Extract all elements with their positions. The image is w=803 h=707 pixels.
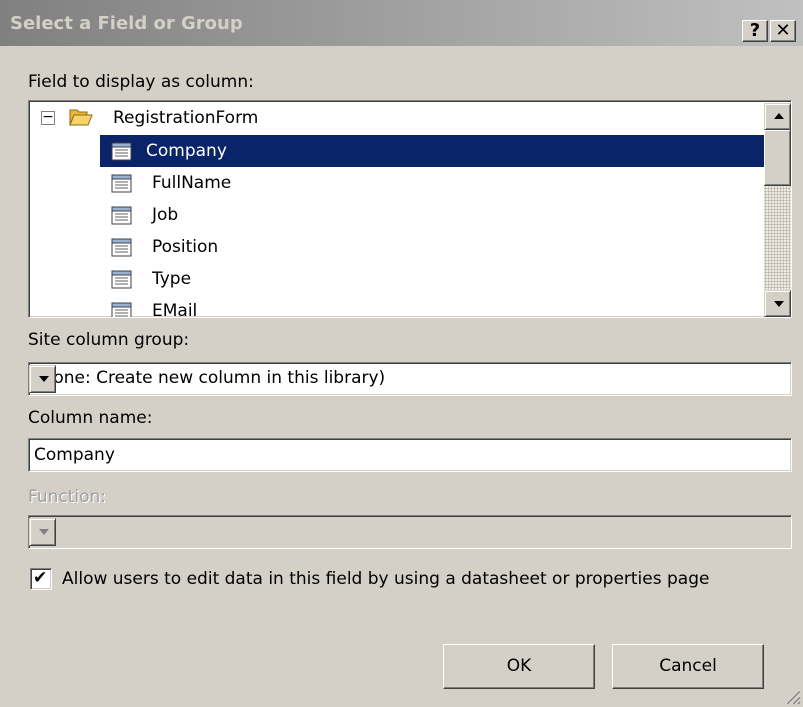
site-column-group-value: (None: Create new column in this library…	[34, 368, 386, 388]
close-button[interactable]: ✕	[770, 20, 796, 42]
title-bar[interactable]: Select a Field or Group ? ✕	[0, 0, 803, 46]
ok-button[interactable]: OK	[443, 644, 595, 689]
column-name-input[interactable]: Company	[28, 438, 792, 472]
arrow-up-icon	[774, 113, 784, 119]
column-name-value: Company	[34, 445, 115, 465]
tree-scrollbar[interactable]	[764, 103, 791, 317]
function-dropdown-button[interactable]	[29, 518, 56, 546]
arrow-down-icon	[774, 301, 784, 307]
checkmark-icon: ✔	[33, 568, 48, 588]
scroll-down-button[interactable]	[764, 290, 791, 317]
scroll-up-button[interactable]	[764, 103, 791, 130]
tree-item[interactable]: Type	[100, 263, 764, 295]
field-icon	[111, 174, 132, 193]
scroll-thumb[interactable]	[764, 130, 791, 186]
tree-item[interactable]: Job	[100, 199, 764, 231]
tree-item-label: Job	[152, 205, 179, 225]
tree-item[interactable]: EMail	[100, 295, 764, 318]
field-icon	[111, 302, 132, 317]
tree-item-label: Type	[152, 269, 192, 289]
help-button[interactable]: ?	[742, 20, 768, 42]
cancel-button[interactable]: Cancel	[612, 644, 764, 689]
window-title: Select a Field or Group	[10, 13, 243, 34]
tree-item-label: FullName	[152, 173, 232, 193]
field-list-label: Field to display as column:	[28, 72, 254, 92]
folder-open-icon	[69, 109, 93, 126]
function-label: Function:	[28, 487, 107, 507]
field-icon	[111, 206, 132, 225]
site-column-group-select[interactable]: (None: Create new column in this library…	[28, 362, 792, 396]
chevron-down-icon	[39, 376, 49, 382]
tree-item[interactable]: Position	[100, 231, 764, 263]
field-icon	[111, 142, 132, 161]
tree-item[interactable]: FullName	[100, 167, 764, 199]
tree-item-label: Company	[146, 141, 227, 161]
column-name-label: Column name:	[28, 408, 153, 428]
chevron-down-icon	[39, 529, 49, 535]
resize-grip-icon[interactable]	[781, 685, 801, 705]
field-icon	[111, 238, 132, 257]
field-icon	[111, 270, 132, 289]
tree-item[interactable]: Company	[100, 135, 764, 167]
allow-edit-checkbox[interactable]: ✔	[30, 568, 52, 590]
tree-root-label: RegistrationForm	[113, 108, 259, 128]
collapse-icon[interactable]: −	[41, 110, 55, 125]
site-column-group-label: Site column group:	[28, 330, 190, 350]
tree-item-label: Position	[152, 237, 219, 257]
site-column-group-dropdown-button[interactable]	[29, 365, 56, 393]
select-field-dialog: Select a Field or Group ? ✕ Field to dis…	[0, 0, 803, 707]
function-select[interactable]	[28, 515, 792, 549]
allow-edit-label: Allow users to edit data in this field b…	[62, 569, 710, 589]
tree-item-label: EMail	[152, 301, 198, 318]
field-tree[interactable]: − RegistrationForm Company FullName Job Pos…	[28, 100, 792, 318]
